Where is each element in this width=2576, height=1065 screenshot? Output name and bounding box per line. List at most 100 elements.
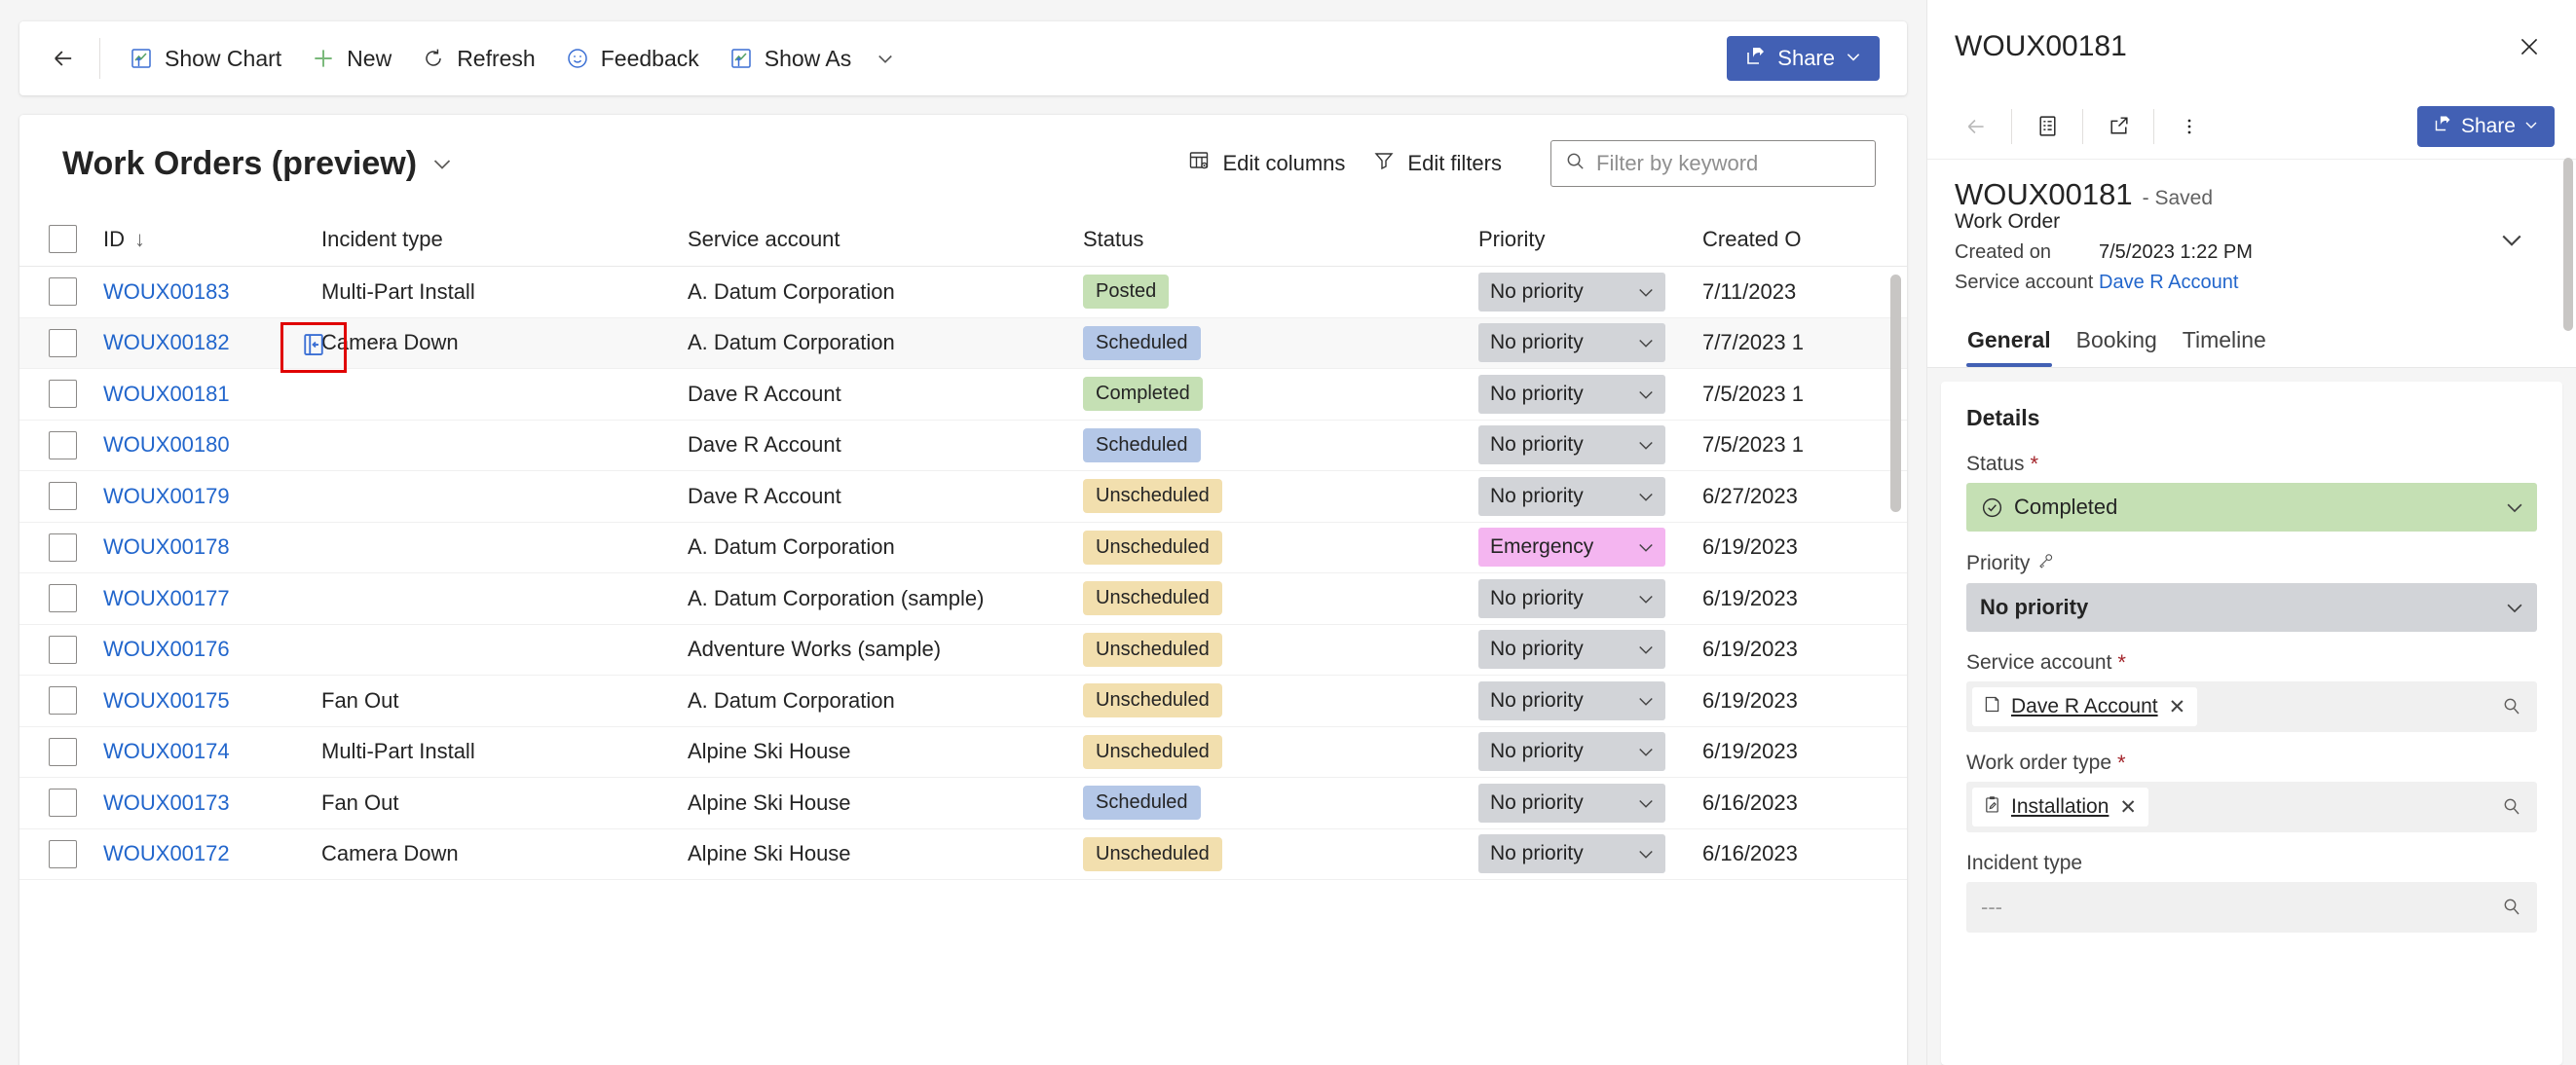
priority-select[interactable]: Emergency — [1478, 528, 1665, 568]
select-all-checkbox[interactable] — [49, 225, 77, 253]
row-checkbox[interactable] — [49, 839, 77, 868]
share-button[interactable]: Share — [1727, 36, 1880, 81]
back-button[interactable] — [41, 36, 86, 81]
column-header-status[interactable]: Status — [1083, 227, 1478, 252]
edit-columns-button[interactable]: Edit columns — [1174, 141, 1359, 186]
remove-lookup-icon[interactable]: ✕ — [2167, 695, 2188, 719]
column-header-incident-type[interactable]: Incident type — [321, 227, 688, 252]
table-row[interactable]: WOUX00179 Dave R Account Unscheduled No pri… — [19, 471, 1907, 523]
table-row[interactable]: WOUX00174 Multi-Part Install Alpine Ski Ho… — [19, 727, 1907, 778]
row-checkbox[interactable] — [49, 277, 77, 307]
priority-select[interactable]: No priority — [1478, 272, 1665, 312]
row-more-commands-icon[interactable]: ··· — [360, 318, 390, 369]
tab-timeline[interactable]: Timeline — [2170, 327, 2279, 367]
row-checkbox[interactable] — [49, 482, 77, 511]
field-priority-select[interactable]: No priority — [1966, 583, 2537, 632]
lookup-chip[interactable]: Dave R Account ✕ — [1972, 687, 2198, 726]
record-id-link[interactable]: WOUX00173 — [103, 790, 230, 815]
priority-select[interactable]: No priority — [1478, 630, 1665, 670]
column-header-priority[interactable]: Priority — [1478, 227, 1702, 252]
table-row[interactable]: WOUX00172 Camera Down Alpine Ski House Unsc… — [19, 829, 1907, 880]
close-panel-button[interactable] — [2506, 23, 2553, 70]
row-checkbox[interactable] — [49, 635, 77, 664]
tab-booking[interactable]: Booking — [2064, 327, 2170, 367]
open-side-pane-button[interactable] — [280, 321, 347, 373]
new-button[interactable]: New — [296, 34, 406, 83]
record-id-link[interactable]: WOUX00179 — [103, 484, 230, 508]
row-checkbox[interactable] — [49, 737, 77, 766]
feedback-button[interactable]: Feedback — [550, 34, 714, 83]
more-options-icon[interactable] — [2166, 103, 2213, 150]
record-header-expand-chevron-icon[interactable] — [2492, 220, 2531, 259]
refresh-button[interactable]: Refresh — [406, 34, 550, 83]
record-id-link[interactable]: WOUX00183 — [103, 279, 230, 304]
row-checkbox[interactable] — [49, 686, 77, 716]
table-row[interactable]: WOUX00183 Multi-Part Install A. Datum Corp… — [19, 267, 1907, 318]
lookup-search-icon[interactable] — [2500, 896, 2523, 919]
table-row[interactable]: WOUX00173 Fan Out Alpine Ski House Schedule… — [19, 778, 1907, 829]
row-checkbox[interactable] — [49, 380, 77, 409]
priority-select[interactable]: No priority — [1478, 476, 1665, 516]
field-status-select[interactable]: Completed — [1966, 483, 2537, 532]
record-id-link[interactable]: WOUX00181 — [103, 382, 230, 406]
panel-back-button[interactable] — [1953, 103, 1999, 150]
form-view-icon[interactable] — [2024, 103, 2071, 150]
show-as-chevron-down-icon[interactable] — [866, 35, 905, 82]
record-id-link[interactable]: WOUX00177 — [103, 586, 230, 610]
tab-general[interactable]: General — [1955, 327, 2064, 367]
record-id-link[interactable]: WOUX00180 — [103, 432, 230, 457]
scrollbar-thumb[interactable] — [1890, 275, 1901, 512]
edit-filters-button[interactable]: Edit filters — [1359, 141, 1515, 186]
record-id-link[interactable]: WOUX00172 — [103, 841, 230, 865]
table-row[interactable]: WOUX00181 Dave R Account Completed No prior… — [19, 369, 1907, 421]
table-row[interactable]: WOUX00182 Camera Down A. Datum Corporation… — [19, 317, 1907, 373]
record-id-link[interactable]: WOUX00174 — [103, 739, 230, 763]
lookup-search-icon[interactable] — [2500, 695, 2523, 718]
search-input[interactable] — [1596, 151, 1862, 176]
lookup-chip[interactable]: Installation ✕ — [1972, 788, 2149, 826]
field-priority-value: No priority — [1980, 595, 2089, 619]
search-box[interactable] — [1550, 140, 1876, 187]
row-checkbox[interactable] — [49, 430, 77, 459]
show-as-button[interactable]: Show As — [714, 34, 867, 83]
table-row[interactable]: WOUX00175 Fan Out A. Datum Corporation Unsc… — [19, 676, 1907, 727]
row-checkbox[interactable] — [49, 584, 77, 613]
priority-select[interactable]: No priority — [1478, 323, 1665, 363]
open-in-new-window-icon[interactable] — [2095, 103, 2142, 150]
record-id-link[interactable]: WOUX00176 — [103, 637, 230, 661]
record-id-link[interactable]: WOUX00178 — [103, 534, 230, 559]
grid-vertical-scrollbar[interactable] — [1890, 275, 1901, 1065]
row-checkbox[interactable] — [49, 328, 77, 357]
column-header-service-account[interactable]: Service account — [688, 227, 1083, 252]
service-account-value-link[interactable]: Dave R Account — [2099, 272, 2238, 294]
lookup-value[interactable]: Dave R Account — [2011, 695, 2158, 718]
panel-vertical-scrollbar[interactable] — [2563, 158, 2573, 576]
field-incident-type-lookup[interactable]: --- — [1966, 882, 2537, 933]
row-checkbox[interactable] — [49, 532, 77, 562]
priority-select[interactable]: No priority — [1478, 834, 1665, 874]
table-row[interactable]: WOUX00180 Dave R Account Scheduled No prior… — [19, 421, 1907, 471]
field-service-account-lookup[interactable]: Dave R Account ✕ — [1966, 681, 2537, 732]
priority-select[interactable]: No priority — [1478, 374, 1665, 414]
priority-select[interactable]: No priority — [1478, 732, 1665, 772]
field-work-order-type-lookup[interactable]: Installation ✕ — [1966, 782, 2537, 832]
view-selector[interactable]: Work Orders (preview) — [62, 145, 454, 183]
scrollbar-thumb[interactable] — [2563, 158, 2573, 331]
lookup-value[interactable]: Installation — [2011, 795, 2109, 819]
row-checkbox[interactable] — [49, 789, 77, 818]
table-row[interactable]: WOUX00178 A. Datum Corporation Unscheduled… — [19, 523, 1907, 573]
remove-lookup-icon[interactable]: ✕ — [2117, 795, 2139, 820]
column-header-id[interactable]: ID ↓ — [103, 227, 321, 252]
table-row[interactable]: WOUX00177 A. Datum Corporation (sample) Un… — [19, 573, 1907, 625]
lookup-search-icon[interactable] — [2500, 795, 2523, 819]
priority-select[interactable]: No priority — [1478, 783, 1665, 823]
show-chart-button[interactable]: Show Chart — [114, 34, 296, 83]
column-header-created-on[interactable]: Created O — [1702, 227, 1907, 252]
record-id-link[interactable]: WOUX00182 — [103, 330, 230, 354]
table-row[interactable]: WOUX00176 Adventure Works (sample) Unsched… — [19, 625, 1907, 676]
record-id-link[interactable]: WOUX00175 — [103, 688, 230, 713]
panel-share-button[interactable]: Share — [2416, 105, 2555, 147]
priority-select[interactable]: No priority — [1478, 425, 1665, 465]
priority-select[interactable]: No priority — [1478, 578, 1665, 618]
priority-select[interactable]: No priority — [1478, 680, 1665, 720]
